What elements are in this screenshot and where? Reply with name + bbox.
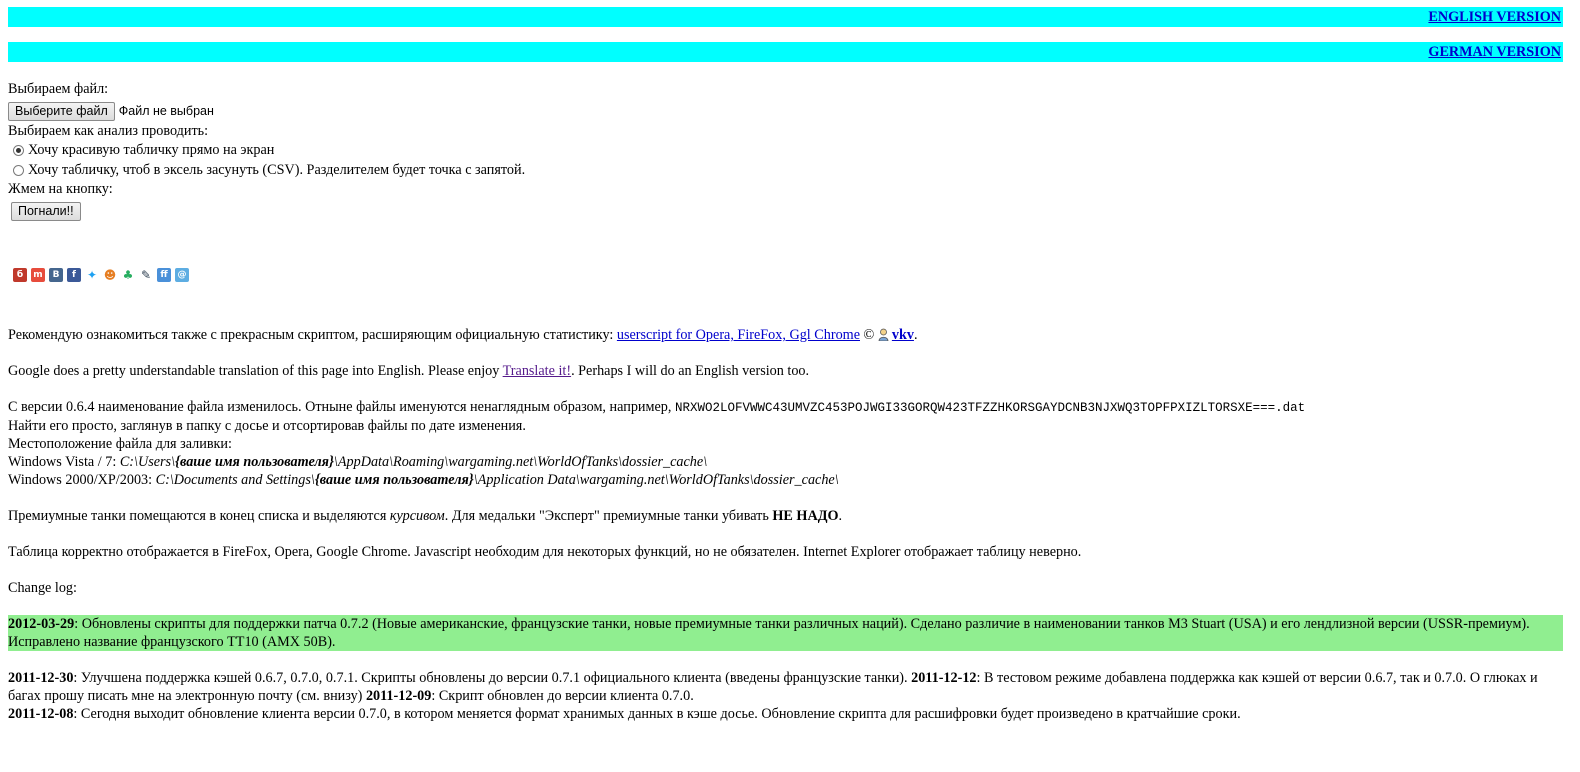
option-table-radio[interactable] — [13, 144, 24, 156]
vkontakte-icon[interactable]: B — [49, 268, 63, 282]
premium-text-a: Премиумные танки помещаются в конец спис… — [8, 508, 390, 524]
changelog-title: Change log: — [8, 580, 77, 596]
press-label: Жмем на кнопку: — [8, 181, 113, 197]
twitter-icon[interactable]: ✦ — [85, 268, 99, 282]
friendfeed-icon[interactable]: ff — [157, 268, 171, 282]
copyright-sign: © — [860, 327, 878, 343]
german-version-link[interactable]: GERMAN VERSION — [1428, 44, 1561, 60]
translate-paragraph: Google does a pretty understandable tran… — [8, 362, 1568, 380]
vista-user: {ваше имя пользователя} — [175, 454, 334, 470]
changelog-entry: 2011-12-08: Сегодня выходит обновление к… — [8, 705, 1563, 723]
entry4-date: 2011-12-09 — [365, 688, 432, 704]
option-table-label: Хочу красивую табличку прямо на экран — [28, 142, 275, 158]
xp-path: Windows 2000/XP/2003: C:\Documents and S… — [8, 471, 1568, 489]
author-link[interactable]: vkv — [892, 327, 914, 343]
bookmark-icon[interactable]: ✎ — [139, 268, 153, 282]
main-content: Выбираем файл: Выберите файл Файл не выб… — [8, 80, 1568, 723]
people-icon[interactable]: ☻ — [103, 268, 117, 282]
analysis-label: Выбираем как анализ проводить: — [8, 123, 209, 139]
go-row: Погнали!! — [8, 198, 1568, 224]
xp-label: Windows 2000/XP/2003: — [8, 472, 156, 488]
facebook-icon[interactable]: f — [67, 268, 81, 282]
changelog-entry: 2011-12-30: Улучшена поддержка кэшей 0.6… — [8, 669, 1563, 705]
location-label: Местоположение файла для заливки: — [8, 436, 232, 452]
choose-file-label: Выбираем файл: — [8, 81, 109, 97]
share-icons: б m B f ✦ ☻ ♣ ✎ ff @ — [13, 268, 1568, 284]
entry5-text: : Сегодня выходит обновление клиента вер… — [73, 706, 1241, 722]
go-button[interactable]: Погнали!! — [11, 201, 81, 221]
vista-path-a: C:\Users\ — [119, 454, 176, 470]
memori-icon[interactable]: m — [31, 268, 45, 282]
find-text: Найти его просто, заглянув в папку с дос… — [8, 418, 526, 434]
vista-label: Windows Vista / 7: — [8, 454, 120, 470]
english-version-link[interactable]: ENGLISH VERSION — [1428, 9, 1561, 25]
english-version-bar: ENGLISH VERSION — [8, 7, 1563, 27]
entry4-text: : Скрипт обновлен до версии клиента 0.7.… — [431, 688, 694, 704]
user-icon — [878, 328, 889, 341]
option-table-row[interactable]: Хочу красивую табличку прямо на экран — [8, 140, 1568, 160]
option-csv-row[interactable]: Хочу табличку, чтоб в эксель засунуть (C… — [8, 160, 1568, 180]
entry2-date: 2011-12-30 — [8, 670, 74, 686]
entry3-date: 2011-12-12 — [911, 670, 977, 686]
file-picker: Выберите файл Файл не выбран — [8, 100, 1568, 122]
example-filename: NRXWO2LOFVWWC43UMVZC453POJWGI33GORQW423T… — [674, 401, 1306, 415]
version-paragraph: С версии 0.6.4 наименование файла измени… — [8, 398, 1568, 417]
entry1-date: 2012-03-29 — [8, 616, 75, 632]
translate-text: Google does a pretty understandable tran… — [8, 363, 503, 379]
premium-italic: курсивом — [389, 508, 445, 524]
xp-path-b: \Application Data\wargaming.net\WorldOfT… — [473, 472, 839, 488]
german-version-bar: GERMAN VERSION — [8, 42, 1563, 62]
version-text: С версии 0.6.4 наименование файла измени… — [8, 399, 675, 415]
entry1-text: : Обновлены скрипты для поддержки патча … — [8, 616, 1530, 650]
mail-icon[interactable]: @ — [175, 268, 189, 282]
recommend-paragraph: Рекомендую ознакомиться также с прекрасн… — [8, 326, 1568, 344]
option-csv-radio[interactable] — [13, 164, 24, 176]
file-status: Файл не выбран — [118, 104, 214, 118]
recommend-end: . — [913, 327, 918, 343]
entry5-date: 2011-12-08 — [8, 706, 74, 722]
bobrdobr-icon[interactable]: б — [13, 268, 27, 282]
recommend-text: Рекомендую ознакомиться также с прекрасн… — [8, 327, 617, 343]
friends-icon[interactable]: ♣ — [121, 268, 135, 282]
xp-user: {ваше имя пользователя} — [314, 472, 474, 488]
entry2-text: : Улучшена поддержка кэшей 0.6.7, 0.7.0,… — [73, 670, 912, 686]
choose-file-button[interactable]: Выберите файл — [8, 101, 115, 121]
option-csv-label: Хочу табличку, чтоб в эксель засунуть (C… — [28, 162, 526, 178]
premium-paragraph: Премиумные танки помещаются в конец спис… — [8, 507, 1568, 525]
premium-text-b: . Для медальки "Эксперт" премиумные танк… — [444, 508, 773, 524]
translate-link[interactable]: Translate it! — [503, 363, 571, 379]
vista-path-b: \AppData\Roaming\wargaming.net\WorldOfTa… — [333, 454, 708, 470]
userscript-link[interactable]: userscript for Opera, FireFox, Ggl Chrom… — [617, 327, 860, 343]
changelog-entry-highlighted: 2012-03-29: Обновлены скрипты для поддер… — [8, 615, 1563, 651]
translate-end: . Perhaps I will do an English version t… — [571, 363, 810, 379]
browsers-paragraph: Таблица корректно отображается в FireFox… — [8, 544, 1082, 560]
vista-path: Windows Vista / 7: C:\Users\{ваше имя по… — [8, 453, 1568, 471]
premium-end: . — [838, 508, 843, 524]
premium-bold: НЕ НАДО — [772, 508, 839, 524]
xp-path-a: C:\Documents and Settings\ — [155, 472, 315, 488]
